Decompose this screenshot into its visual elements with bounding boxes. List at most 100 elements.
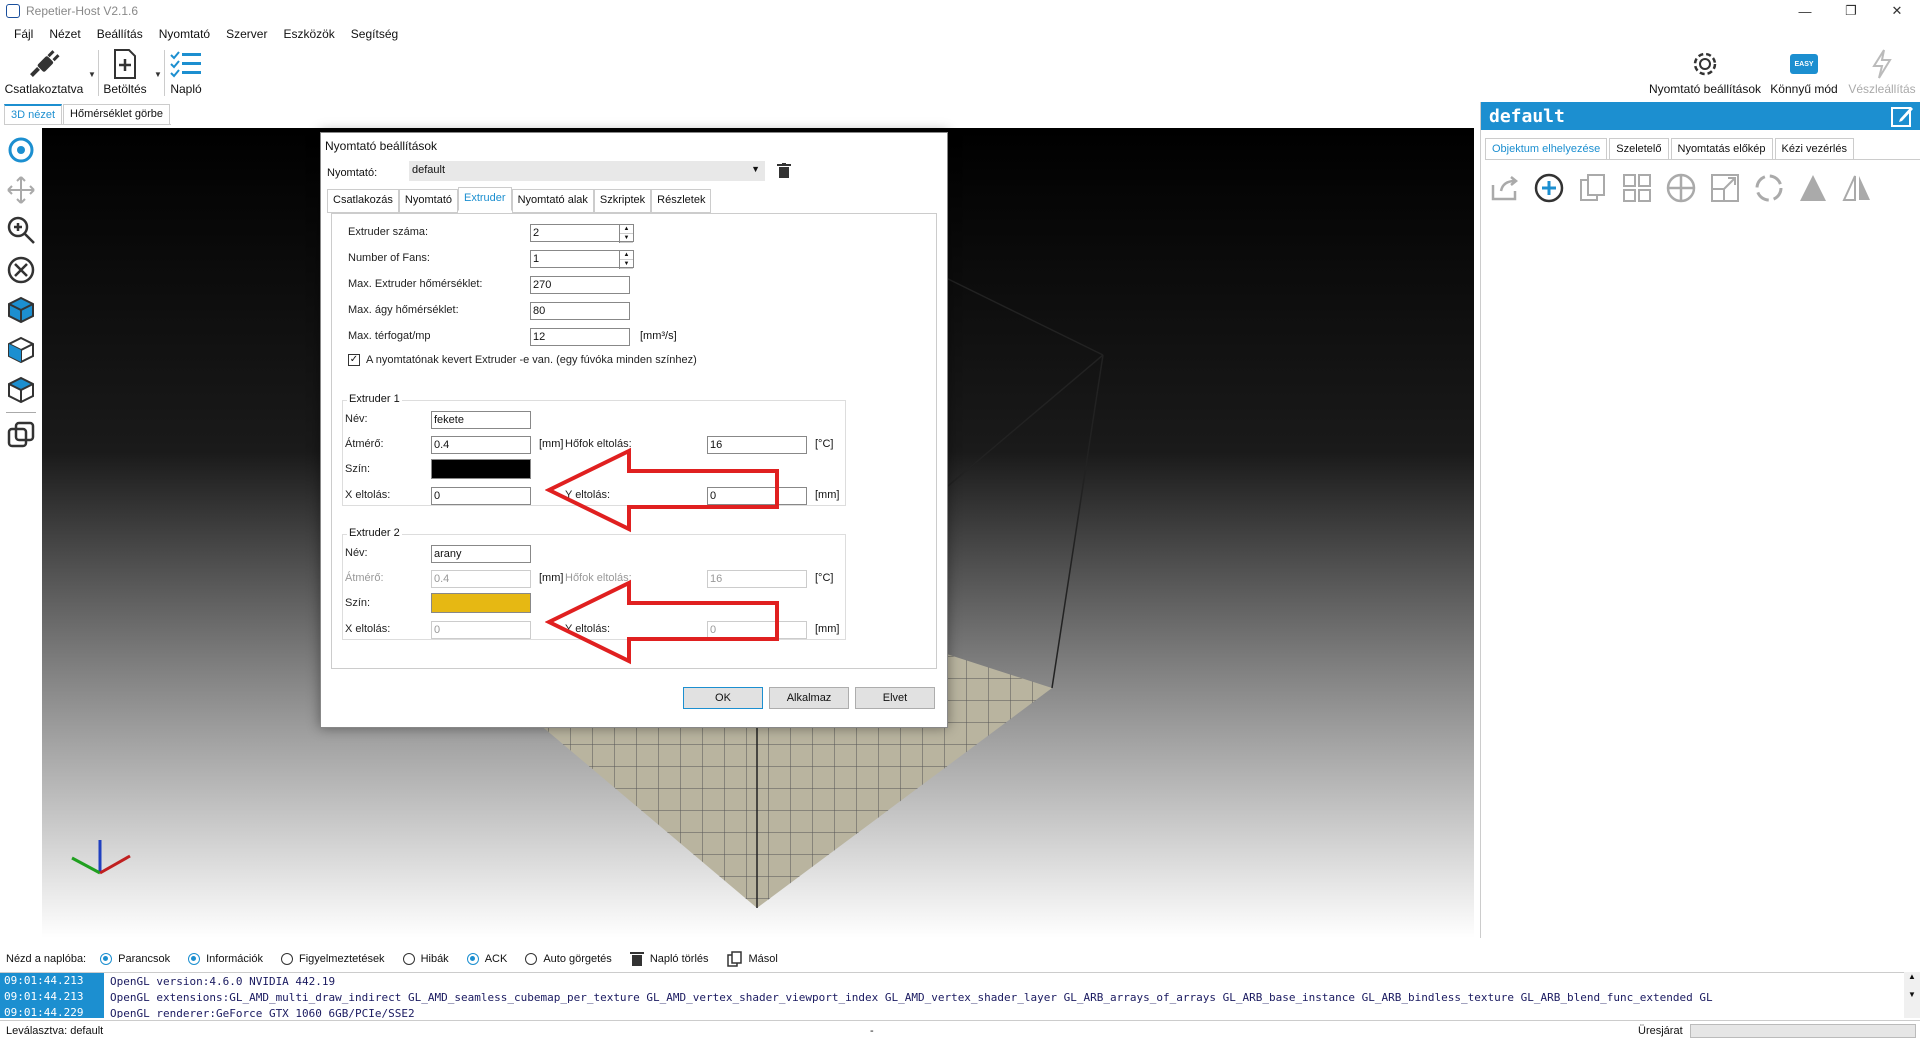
connect-label: Csatlakoztatva	[4, 82, 84, 96]
tab-details[interactable]: Részletek	[651, 189, 712, 213]
max-volume-input[interactable]: 12	[530, 328, 630, 346]
extruder1-color-swatch[interactable]	[431, 459, 531, 479]
extruder2-x-offset-label: X eltolás:	[345, 623, 391, 635]
tab-slicer[interactable]: Szeletelő	[1609, 138, 1669, 159]
log-filter-info[interactable]: Információk	[188, 953, 263, 965]
copy-object-icon[interactable]	[1575, 170, 1611, 206]
ok-button[interactable]: OK	[683, 687, 763, 709]
log-timestamp: 09:01:44.213	[0, 973, 104, 989]
status-middle: -	[870, 1025, 874, 1037]
menu-view[interactable]: Nézet	[41, 24, 88, 44]
menu-server[interactable]: Szerver	[218, 24, 275, 44]
top-view-icon[interactable]	[3, 372, 39, 408]
fans-label: Number of Fans:	[348, 252, 430, 264]
tab-printer-shape[interactable]: Nyomtató alak	[511, 189, 594, 213]
delete-printer-icon[interactable]	[777, 163, 791, 179]
menu-tools[interactable]: Eszközök	[275, 24, 342, 44]
fans-input[interactable]: 1 ▲ ▼	[530, 250, 634, 269]
log-message: OpenGL version:4.6.0 NVIDIA 442.19	[110, 974, 336, 988]
extruder2-title: Extruder 2	[347, 527, 402, 539]
copy-log-button[interactable]: Másol	[726, 951, 778, 967]
close-button[interactable]: ✕	[1874, 0, 1920, 22]
maximize-button[interactable]: ❐	[1828, 0, 1874, 22]
gear-icon	[1689, 46, 1721, 82]
fans-stepper[interactable]: ▲ ▼	[619, 251, 633, 269]
center-object-icon[interactable]	[1663, 170, 1699, 206]
iso-view-icon[interactable]	[3, 292, 39, 328]
log-timestamp: 09:01:44.229	[0, 1005, 104, 1018]
printer-select-label: Nyomtató:	[327, 167, 378, 179]
tab-temperature-curve[interactable]: Hőmérséklet görbe	[63, 104, 170, 124]
log-filter-ack[interactable]: ACK	[466, 953, 507, 965]
max-bed-temp-input[interactable]: 80	[530, 302, 630, 320]
clear-log-button[interactable]: Napló törlés	[629, 951, 709, 967]
move-view-icon[interactable]	[3, 172, 39, 208]
load-file-icon	[111, 46, 139, 82]
printer-select[interactable]: default ▼	[409, 161, 765, 181]
autoplace-icon[interactable]	[1619, 170, 1655, 206]
extruder2-diameter-input: 0.4	[431, 570, 531, 588]
log-output[interactable]: 09:01:44.213 OpenGL version:4.6.0 NVIDIA …	[0, 972, 1920, 1018]
max-extruder-temp-input[interactable]: 270	[530, 276, 630, 294]
extruder1-name-input[interactable]: fekete	[431, 411, 531, 429]
connect-dropdown-icon[interactable]: ▼	[88, 70, 96, 79]
edit-icon[interactable]	[1890, 104, 1914, 128]
tab-print-preview[interactable]: Nyomtatás előkép	[1670, 138, 1773, 159]
view-tools-sidebar	[0, 128, 42, 938]
radio-icon	[525, 953, 538, 965]
tab-object-placement[interactable]: Objektum elhelyezése	[1485, 138, 1608, 159]
menu-file[interactable]: Fájl	[0, 24, 41, 44]
extruder1-diameter-input[interactable]: 0.4	[431, 436, 531, 454]
export-icon[interactable]	[1487, 170, 1523, 206]
extruder1-color-label: Szín:	[345, 463, 371, 475]
extruder-count-stepper[interactable]: ▲ ▼	[619, 225, 633, 243]
load-button[interactable]: Betöltés	[102, 46, 148, 96]
tab-3d-view[interactable]: 3D nézet	[4, 104, 63, 124]
easy-mode-icon: EASY	[1790, 54, 1818, 74]
cut-object-icon[interactable]	[1795, 170, 1831, 206]
extruder2-name-label: Név:	[345, 547, 368, 559]
wireframe-view-icon[interactable]	[3, 417, 39, 453]
mixing-extruder-checkbox[interactable]: ✓	[348, 354, 360, 366]
tab-extruder[interactable]: Extruder	[458, 187, 512, 211]
object-tools	[1487, 170, 1920, 206]
menu-printer[interactable]: Nyomtató	[151, 24, 218, 44]
log-scrollbar[interactable]: ▲ ▼	[1904, 972, 1920, 1018]
printer-settings-button[interactable]: Nyomtató beállítások	[1646, 46, 1764, 96]
fit-view-icon[interactable]	[3, 252, 39, 288]
emergency-stop-button[interactable]: Vészleállítás	[1846, 46, 1918, 96]
log-filter-errors-label: Hibák	[420, 953, 449, 965]
extruder2-color-swatch[interactable]	[431, 593, 531, 613]
front-view-icon[interactable]	[3, 332, 39, 368]
rotate-object-icon[interactable]	[1751, 170, 1787, 206]
mirror-object-icon[interactable]	[1839, 170, 1875, 206]
rotate-view-icon[interactable]	[3, 132, 39, 168]
radio-icon	[402, 953, 415, 965]
connect-button[interactable]: Csatlakoztatva	[4, 46, 84, 96]
extruder2-name-input[interactable]: arany	[431, 545, 531, 563]
apply-button[interactable]: Alkalmaz	[769, 687, 849, 709]
minimize-button[interactable]: —	[1782, 0, 1828, 22]
discard-button[interactable]: Elvet	[855, 687, 935, 709]
extruder1-x-offset-input[interactable]: 0	[431, 487, 531, 505]
printer-settings-label: Nyomtató beállítások	[1648, 82, 1762, 96]
scale-object-icon[interactable]	[1707, 170, 1743, 206]
add-object-icon[interactable]	[1531, 170, 1567, 206]
log-button[interactable]: Napló	[166, 46, 206, 96]
menu-help[interactable]: Segítség	[343, 24, 406, 44]
tab-manual-control[interactable]: Kézi vezérlés	[1774, 138, 1854, 159]
tab-connection[interactable]: Csatlakozás	[327, 189, 399, 213]
zoom-icon[interactable]	[3, 212, 39, 248]
log-autoscroll[interactable]: Auto görgetés	[525, 953, 612, 965]
easy-mode-button[interactable]: EASY Könnyű mód	[1768, 46, 1840, 96]
log-filter-errors[interactable]: Hibák	[402, 953, 449, 965]
app-icon	[6, 4, 20, 18]
copy-icon	[726, 951, 742, 967]
load-dropdown-icon[interactable]: ▼	[154, 70, 162, 79]
extruder-count-input[interactable]: 2 ▲ ▼	[530, 224, 634, 243]
tab-scripts[interactable]: Szkriptek	[593, 189, 652, 213]
menu-settings[interactable]: Beállítás	[89, 24, 151, 44]
tab-printer[interactable]: Nyomtató	[398, 189, 458, 213]
log-filter-commands[interactable]: Parancsok	[100, 953, 170, 965]
log-filter-warnings[interactable]: Figyelmeztetések	[280, 953, 385, 965]
